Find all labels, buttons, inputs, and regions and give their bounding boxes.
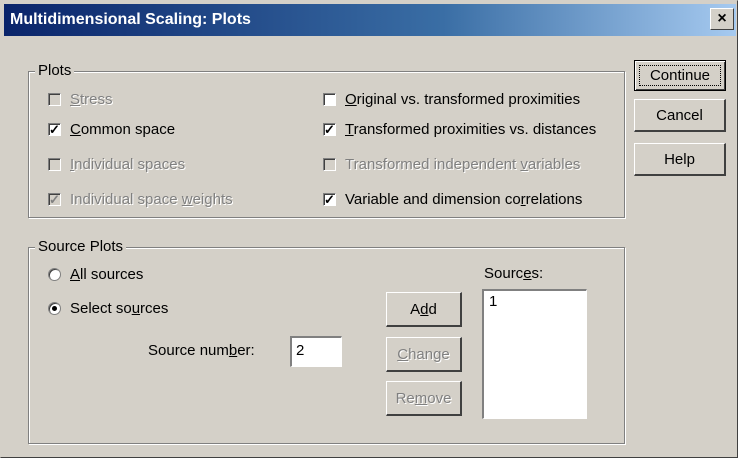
dialog-title: Multidimensional Scaling: Plots	[10, 11, 251, 28]
original-vs-transformed-label: Original vs. transformed proximities	[345, 91, 581, 108]
continue-button[interactable]: Continue	[634, 60, 726, 91]
sources-list-item[interactable]: 1	[489, 293, 586, 310]
focus-rect	[639, 65, 721, 86]
variable-dimension-correlations-checkbox[interactable]: ✓ Variable and dimension correlations	[323, 191, 582, 208]
individual-space-weights-checkbox[interactable]: ✓ Individual space weights	[48, 191, 233, 208]
individual-space-weights-check-box[interactable]: ✓	[48, 193, 61, 206]
check-icon: ✓	[324, 192, 335, 207]
transformed-vs-distances-check-box[interactable]: ✓	[323, 123, 336, 136]
source-number-value: 2	[296, 342, 305, 359]
check-icon: ✓	[324, 122, 335, 137]
radio-dot-icon	[52, 306, 57, 311]
transformed-independent-check-box[interactable]	[323, 158, 336, 171]
stress-label: Stress	[70, 91, 113, 108]
transformed-independent-label: Transformed independent variables	[345, 156, 581, 173]
original-vs-transformed-check-box[interactable]	[323, 93, 336, 106]
original-vs-transformed-checkbox[interactable]: Original vs. transformed proximities	[323, 91, 580, 108]
close-button[interactable]: ×	[710, 8, 734, 30]
sources-label: Sourc e s:	[484, 265, 544, 282]
all-sources-radio-button[interactable]	[48, 268, 61, 281]
transformed-vs-distances-label: Transformed proximities vs. distances	[345, 121, 597, 138]
check-icon: ✓	[49, 122, 60, 137]
dialog-window: Multidimensional Scaling: Plots × Plots …	[0, 0, 738, 458]
individual-spaces-label: Individual spaces	[70, 156, 186, 173]
transformed-independent-checkbox[interactable]: Transformed independent variables	[323, 156, 580, 173]
remove-button[interactable]: Remove	[386, 381, 462, 416]
stress-check-box[interactable]	[48, 93, 61, 106]
source-number-input[interactable]: 2	[290, 336, 342, 367]
transformed-vs-distances-checkbox[interactable]: ✓ Transformed proximities vs. distances	[323, 121, 596, 138]
source-plots-legend: Source Plots	[35, 238, 127, 255]
source-number-label: Source num b er:	[148, 342, 255, 359]
all-sources-label: All sources	[70, 266, 144, 283]
individual-spaces-check-box[interactable]	[48, 158, 61, 171]
common-space-checkbox[interactable]: ✓ Common space	[48, 121, 175, 138]
cancel-button[interactable]: Cancel	[634, 99, 726, 132]
common-space-label: Common space	[70, 121, 176, 138]
select-sources-radio-button[interactable]	[48, 302, 61, 315]
stress-checkbox[interactable]: Stress	[48, 91, 113, 108]
plots-legend: Plots	[35, 62, 75, 79]
all-sources-radio[interactable]: All sources	[48, 266, 143, 283]
sources-listbox[interactable]: 1	[482, 289, 587, 419]
common-space-check-box[interactable]: ✓	[48, 123, 61, 136]
select-sources-radio[interactable]: Select sources	[48, 300, 168, 317]
title-bar[interactable]: Multidimensional Scaling: Plots ×	[4, 4, 736, 36]
help-label: Help	[664, 151, 695, 168]
select-sources-label: Select sources	[70, 300, 169, 317]
help-button[interactable]: Help	[634, 143, 726, 176]
change-button[interactable]: Change	[386, 337, 462, 372]
close-icon[interactable]: ×	[717, 10, 726, 27]
cancel-label: Cancel	[656, 107, 703, 124]
add-button[interactable]: Add	[386, 292, 462, 327]
individual-spaces-checkbox[interactable]: Individual spaces	[48, 156, 185, 173]
variable-dimension-correlations-label: Variable and dimension correlations	[345, 191, 583, 208]
check-icon: ✓	[49, 192, 60, 207]
individual-space-weights-label: Individual space weights	[70, 191, 233, 208]
variable-dimension-correlations-check-box[interactable]: ✓	[323, 193, 336, 206]
